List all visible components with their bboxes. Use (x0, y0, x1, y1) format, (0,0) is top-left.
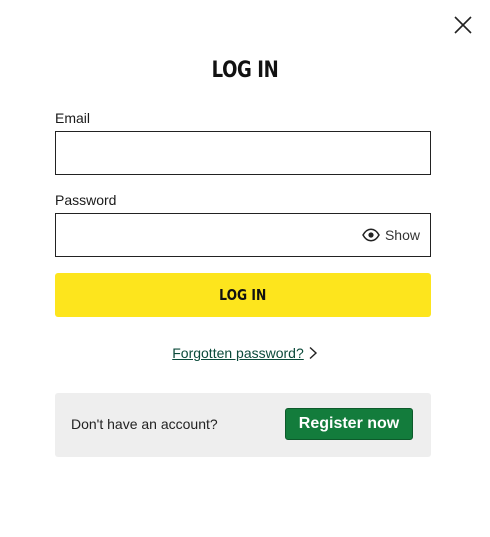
register-prompt: Don't have an account? (71, 416, 218, 432)
login-button-label: LOG IN (219, 286, 267, 304)
email-label: Email (55, 110, 91, 126)
dialog-title: LOG IN (211, 58, 279, 83)
forgot-password: Forgotten password? (0, 345, 490, 361)
password-field[interactable] (56, 214, 370, 254)
chevron-right-icon[interactable] (308, 346, 318, 360)
email-field[interactable] (56, 132, 370, 172)
show-password-label: Show (384, 227, 420, 243)
register-button[interactable]: Register now (285, 408, 413, 440)
show-password-toggle[interactable]: Show (362, 214, 420, 256)
password-field-wrapper: Show (55, 213, 431, 257)
login-dialog: LOG IN Email Password Show LOG IN Forgot… (0, 0, 490, 537)
password-label: Password (55, 192, 117, 208)
forgot-password-link[interactable]: Forgotten password? (172, 345, 304, 361)
close-icon[interactable] (452, 14, 474, 36)
eye-icon (362, 228, 380, 242)
register-panel: Don't have an account? Register now (55, 393, 431, 457)
login-button[interactable]: LOG IN (55, 273, 431, 317)
email-field-wrapper (55, 131, 431, 175)
